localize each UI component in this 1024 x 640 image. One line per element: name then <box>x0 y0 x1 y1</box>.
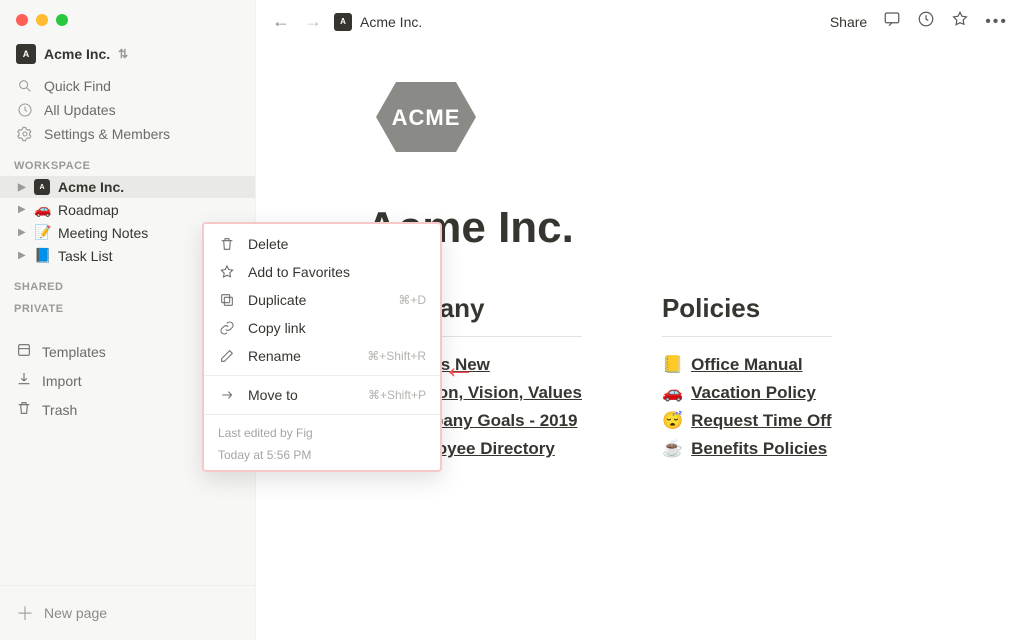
all-updates[interactable]: All Updates <box>0 98 255 122</box>
chevron-right-icon[interactable]: ▶ <box>18 204 28 215</box>
close-icon[interactable] <box>16 14 28 26</box>
menu-separator <box>204 414 440 415</box>
chevron-updown-icon: ⇅ <box>118 47 128 61</box>
menu-edited-by: Last edited by Fig <box>204 420 440 442</box>
book-icon: 📘 <box>34 247 52 264</box>
clock-icon <box>16 102 34 118</box>
plus-icon: ＋ <box>16 600 34 626</box>
settings-members[interactable]: Settings & Members <box>0 122 255 146</box>
move-icon <box>218 387 236 403</box>
column-heading: Policies <box>662 293 832 324</box>
breadcrumb-title: Acme Inc. <box>360 14 422 30</box>
gear-icon <box>16 126 34 142</box>
menu-separator <box>204 375 440 376</box>
memo-icon: 📝 <box>34 224 52 241</box>
link-text: Vacation Policy <box>691 383 816 403</box>
comment-icon[interactable] <box>883 10 901 33</box>
chevron-right-icon[interactable]: ▶ <box>18 227 28 238</box>
page-link[interactable]: 😴 Request Time Off <box>662 407 832 435</box>
menu-add-favorite[interactable]: Add to Favorites <box>204 258 440 286</box>
trash-icon <box>16 400 32 419</box>
sidebar-item-label: Meeting Notes <box>58 225 148 241</box>
car-icon: 🚗 <box>34 201 52 218</box>
menu-move-to[interactable]: Move to ⌘+Shift+P <box>204 381 440 409</box>
sidebar-item-label: Roadmap <box>58 202 119 218</box>
acme-badge-icon: A <box>334 13 352 31</box>
menu-label: Add to Favorites <box>248 264 350 280</box>
quick-find[interactable]: Quick Find <box>0 74 255 98</box>
quick-find-label: Quick Find <box>44 78 111 94</box>
car-icon: 🚗 <box>662 383 683 403</box>
workspace-name: Acme Inc. <box>44 46 110 62</box>
import-label: Import <box>42 373 82 389</box>
shortcut: ⌘+D <box>398 293 426 307</box>
annotation-arrow-icon: ← <box>442 348 476 387</box>
menu-label: Delete <box>248 236 288 252</box>
sidebar-item-roadmap[interactable]: ▶ 🚗 Roadmap <box>0 198 255 221</box>
page-title: Acme Inc. <box>366 203 934 253</box>
download-icon <box>16 371 32 390</box>
menu-duplicate[interactable]: Duplicate ⌘+D <box>204 286 440 314</box>
shortcut: ⌘+Shift+P <box>368 388 426 402</box>
section-workspace: WORKSPACE <box>0 146 255 176</box>
sidebar-item-label: Task List <box>58 248 112 264</box>
menu-label: Copy link <box>248 320 306 336</box>
maximize-icon[interactable] <box>56 14 68 26</box>
coffee-icon: ☕ <box>662 439 683 459</box>
forward-button[interactable]: → <box>304 11 322 32</box>
star-icon[interactable] <box>951 10 969 33</box>
minimize-icon[interactable] <box>36 14 48 26</box>
sleep-icon: 😴 <box>662 411 683 431</box>
page-link[interactable]: 📒 Office Manual <box>662 351 832 379</box>
topbar: ← → A Acme Inc. Share ••• <box>256 0 1024 43</box>
ledger-icon: 📒 <box>662 355 683 375</box>
menu-edited-at: Today at 5:56 PM <box>204 442 440 464</box>
settings-label: Settings & Members <box>44 126 170 142</box>
clock-icon[interactable] <box>917 10 935 33</box>
link-text: Benefits Policies <box>691 439 827 459</box>
link-text: Request Time Off <box>691 411 831 431</box>
search-icon <box>16 78 34 94</box>
templates-label: Templates <box>42 344 106 360</box>
shortcut: ⌘+Shift+R <box>367 349 426 363</box>
all-updates-label: All Updates <box>44 102 116 118</box>
template-icon <box>16 342 32 361</box>
window-controls <box>0 0 255 26</box>
sidebar-item-label: Acme Inc. <box>58 179 124 195</box>
chevron-right-icon[interactable]: ▶ <box>18 182 28 193</box>
workspace-badge-icon: A <box>16 44 36 64</box>
star-icon <box>218 264 236 280</box>
column-policies: Policies 📒 Office Manual 🚗 Vacation Poli… <box>662 293 832 463</box>
more-icon[interactable]: ••• <box>985 13 1008 31</box>
menu-label: Move to <box>248 387 298 403</box>
menu-copy-link[interactable]: Copy link <box>204 314 440 342</box>
divider <box>662 336 832 337</box>
link-text: Office Manual <box>691 355 802 375</box>
share-button[interactable]: Share <box>830 14 867 30</box>
menu-label: Duplicate <box>248 292 306 308</box>
svg-text:ACME: ACME <box>392 105 461 130</box>
chevron-right-icon[interactable]: ▶ <box>18 250 28 261</box>
trash-icon <box>218 236 236 252</box>
new-page-label: New page <box>44 605 107 621</box>
page-link[interactable]: ☕ Benefits Policies <box>662 435 832 463</box>
new-page-button[interactable]: ＋ New page <box>0 585 255 640</box>
trash-label: Trash <box>42 402 77 418</box>
context-menu: Delete Add to Favorites Duplicate ⌘+D Co… <box>202 222 442 472</box>
menu-rename[interactable]: Rename ⌘+Shift+R <box>204 342 440 370</box>
page-link[interactable]: 🚗 Vacation Policy <box>662 379 832 407</box>
edit-icon <box>218 348 236 364</box>
acme-badge-icon: A <box>34 179 52 195</box>
duplicate-icon <box>218 292 236 308</box>
back-button[interactable]: ← <box>272 11 290 32</box>
menu-delete[interactable]: Delete <box>204 230 440 258</box>
menu-label: Rename <box>248 348 301 364</box>
workspace-switcher[interactable]: A Acme Inc. ⇅ <box>0 26 255 74</box>
link-icon <box>218 320 236 336</box>
breadcrumb[interactable]: A Acme Inc. <box>334 13 422 31</box>
page-logo: ACME <box>366 67 486 167</box>
sidebar-item-acme[interactable]: ▶ A Acme Inc. <box>0 176 255 198</box>
